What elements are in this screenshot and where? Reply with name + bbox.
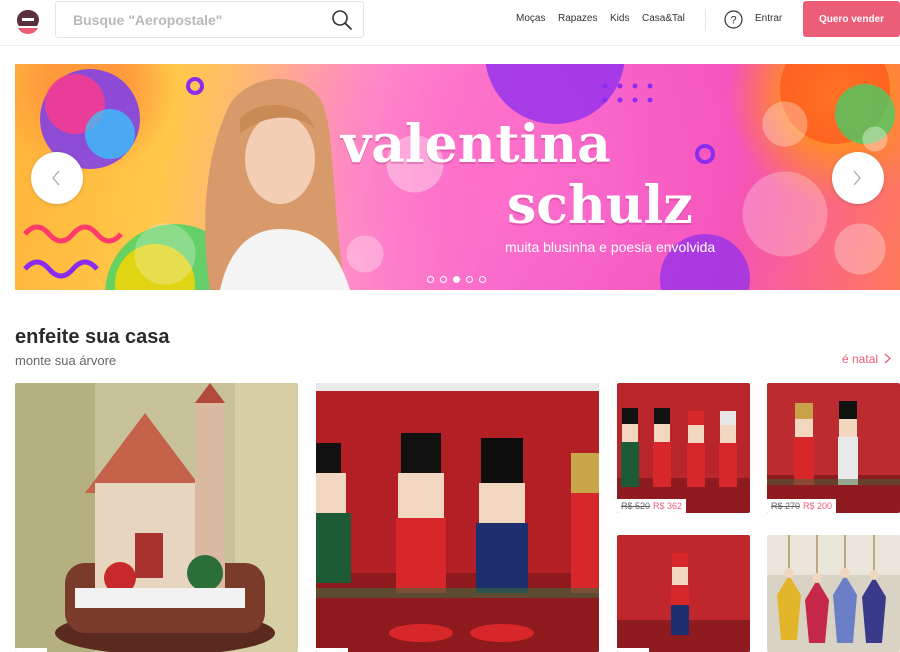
product-image xyxy=(767,535,900,652)
product-card-nutcracker-trio[interactable] xyxy=(316,383,599,652)
chevron-left-icon xyxy=(52,170,60,186)
product-card-nutcracker-set-4[interactable]: R$ 520 R$ 362 xyxy=(617,383,750,513)
price-tag-stub xyxy=(617,648,649,652)
carousel-dot[interactable] xyxy=(479,276,486,283)
hero-banner[interactable]: valentina schulz muita blusinha e poesia… xyxy=(15,64,900,290)
product-card-princess-ornaments[interactable] xyxy=(767,535,900,652)
hero-subtitle: muita blusinha e poesia envolvida xyxy=(505,239,716,255)
section-see-all-link[interactable]: é natal xyxy=(842,352,892,366)
product-image xyxy=(15,383,298,652)
header-divider xyxy=(705,9,706,31)
carousel-prev-button[interactable] xyxy=(31,152,83,204)
price-tag-stub xyxy=(15,648,47,652)
search-icon[interactable] xyxy=(331,9,353,31)
svg-text:?: ? xyxy=(730,15,736,27)
search-input[interactable] xyxy=(56,2,316,37)
current-price: R$ 200 xyxy=(803,501,833,511)
carousel-next-button[interactable] xyxy=(832,152,884,204)
product-card-nutcracker-set-2[interactable]: R$ 270 R$ 200 xyxy=(767,383,900,513)
current-price: R$ 362 xyxy=(653,501,683,511)
nav-item-mocas[interactable]: Moças xyxy=(516,13,545,24)
product-image xyxy=(617,383,750,513)
hero-title-line2: schulz xyxy=(507,175,693,236)
help-icon[interactable]: ? xyxy=(724,10,743,29)
nav-item-rapazes[interactable]: Rapazes xyxy=(558,13,597,24)
old-price: R$ 270 xyxy=(771,501,801,511)
product-card-nutcracker-single[interactable] xyxy=(617,535,750,652)
enjoei-logo-icon[interactable] xyxy=(15,7,41,35)
price-tag: R$ 270 R$ 200 xyxy=(767,499,837,513)
sell-button[interactable]: Quero vender xyxy=(803,1,900,37)
hero-title-line1: valentina xyxy=(341,114,611,175)
search-box[interactable] xyxy=(55,1,364,38)
carousel-dot[interactable] xyxy=(466,276,473,283)
chevron-right-icon xyxy=(884,353,892,364)
carousel-dot[interactable] xyxy=(440,276,447,283)
product-card-christmas-house[interactable] xyxy=(15,383,298,652)
login-link[interactable]: Entrar xyxy=(755,13,782,24)
price-tag: R$ 520 R$ 362 xyxy=(617,499,687,513)
price-tag-stub xyxy=(316,648,348,652)
carousel-dot-active[interactable] xyxy=(453,276,460,283)
product-image xyxy=(316,383,599,652)
chevron-right-icon xyxy=(853,170,861,186)
product-image xyxy=(767,383,900,513)
old-price: R$ 520 xyxy=(621,501,651,511)
carousel-dot[interactable] xyxy=(427,276,434,283)
section-subtitle: monte sua árvore xyxy=(15,353,117,368)
nav-item-casa-tal[interactable]: Casa&Tal xyxy=(642,13,685,24)
top-header: Moças Rapazes Kids Casa&Tal ? Entrar Que… xyxy=(0,0,900,46)
section-title: enfeite sua casa xyxy=(15,326,170,348)
nav-item-kids[interactable]: Kids xyxy=(610,13,629,24)
product-image xyxy=(617,535,750,652)
section-link-label: é natal xyxy=(842,352,879,366)
hero-artwork xyxy=(23,64,895,290)
